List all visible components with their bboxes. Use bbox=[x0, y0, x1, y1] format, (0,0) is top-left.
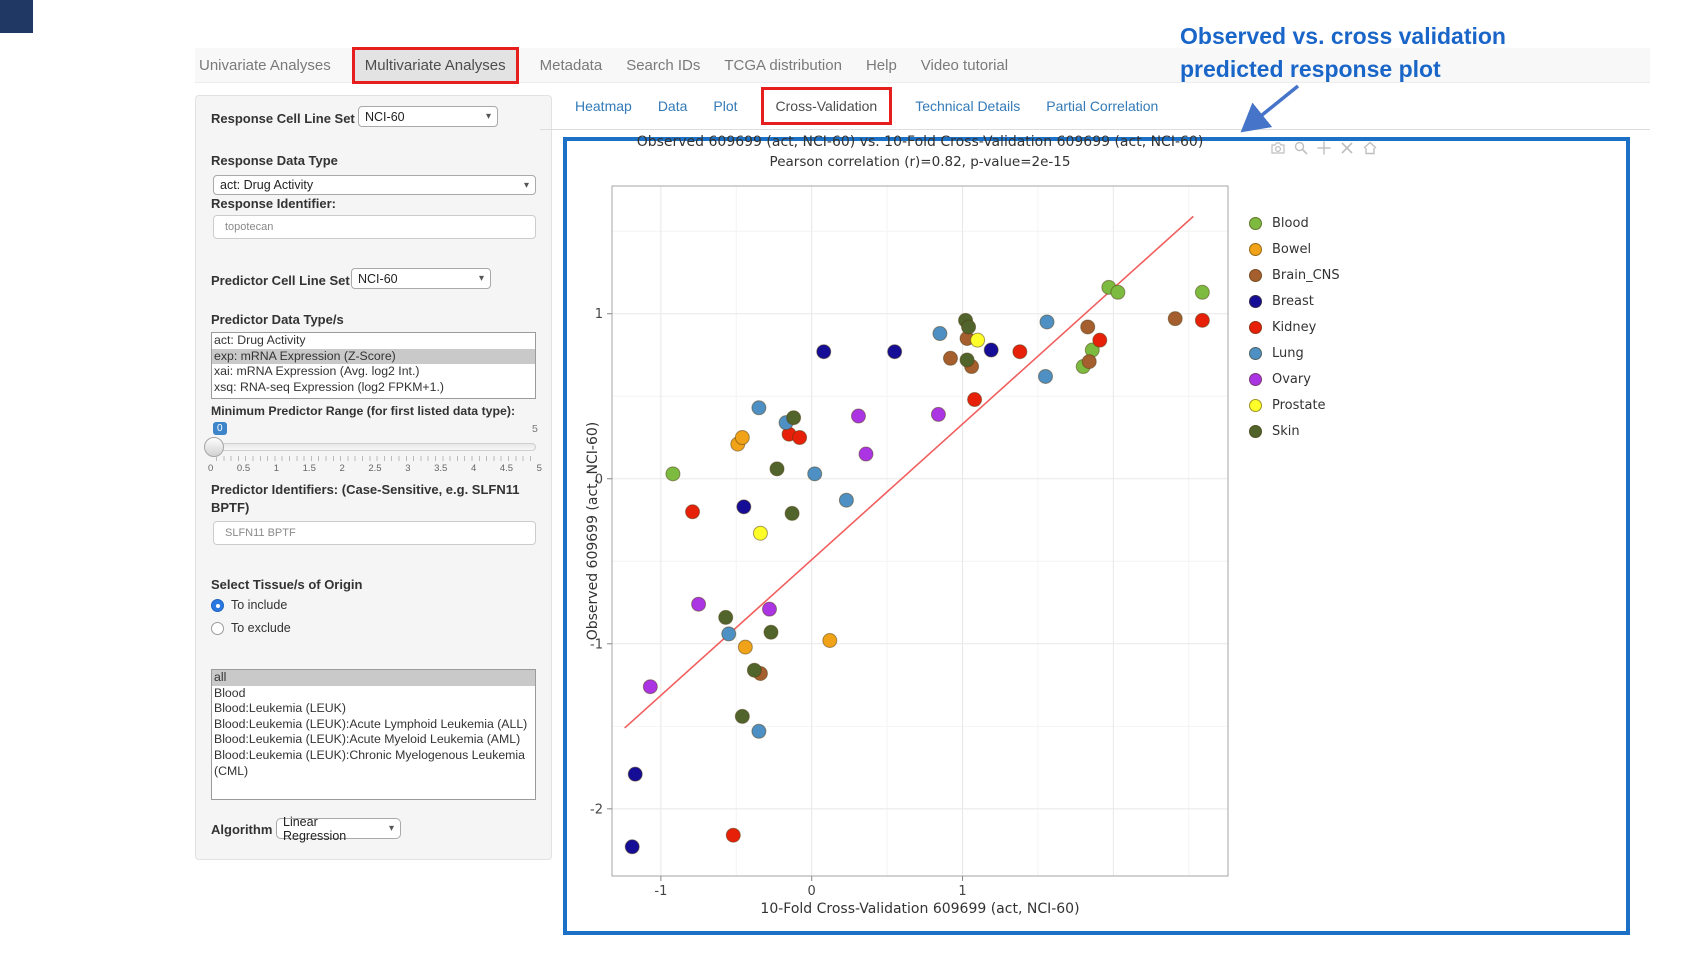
callout-line2: predicted response plot bbox=[1180, 53, 1506, 86]
scatter-point-lung bbox=[933, 327, 947, 341]
home-icon[interactable] bbox=[1362, 140, 1378, 156]
x-tick-label: 1 bbox=[958, 884, 966, 899]
scatter-point-ovary bbox=[692, 597, 706, 611]
scatter-point-breast bbox=[984, 343, 998, 357]
legend-dot-icon bbox=[1249, 269, 1262, 282]
scatter-point-kidney bbox=[1093, 333, 1107, 347]
scatter-point-blood bbox=[666, 467, 680, 481]
camera-icon[interactable] bbox=[1270, 140, 1286, 156]
legend-item-skin[interactable]: Skin bbox=[1249, 418, 1340, 444]
y-tick-label: 1 bbox=[595, 307, 603, 322]
scatter-point-skin bbox=[770, 462, 784, 476]
plotly-modebar bbox=[1270, 140, 1378, 156]
scatter-point-lung bbox=[1038, 369, 1052, 383]
legend-label: Breast bbox=[1272, 294, 1314, 309]
legend-dot-icon bbox=[1249, 217, 1262, 230]
scatter-point-breast bbox=[888, 345, 902, 359]
legend-label: Blood bbox=[1272, 216, 1309, 231]
scatter-point-brain_cns bbox=[943, 351, 957, 365]
legend-item-blood[interactable]: Blood bbox=[1249, 210, 1340, 236]
scatter-point-breast bbox=[817, 345, 831, 359]
scatter-point-lung bbox=[752, 401, 766, 415]
scatter-point-kidney bbox=[726, 828, 740, 842]
plot-border bbox=[612, 186, 1228, 876]
chart-legend: Blood Bowel Brain_CNS Breast Kidney Lung Ovary… bbox=[1249, 210, 1340, 444]
scatter-point-blood bbox=[1195, 285, 1209, 299]
scatter-point-ovary bbox=[859, 447, 873, 461]
scatter-point-skin bbox=[719, 610, 733, 624]
scatter-point-kidney bbox=[968, 393, 982, 407]
callout-annotation: Observed vs. cross validation predicted … bbox=[1180, 20, 1506, 86]
scatter-point-prostate bbox=[971, 333, 985, 347]
legend-item-ovary[interactable]: Ovary bbox=[1249, 366, 1340, 392]
legend-label: Brain_CNS bbox=[1272, 268, 1340, 283]
magnifier-icon[interactable] bbox=[1293, 140, 1309, 156]
x-tick-label: 0 bbox=[808, 884, 816, 899]
scatter-point-brain_cns bbox=[1168, 312, 1182, 326]
legend-label: Lung bbox=[1272, 346, 1304, 361]
scatter-point-skin bbox=[960, 353, 974, 367]
chart-title: Observed 609699 (act, NCI-60) vs. 10-Fol… bbox=[612, 134, 1228, 150]
scatter-point-kidney bbox=[1195, 313, 1209, 327]
legend-item-brain_cns[interactable]: Brain_CNS bbox=[1249, 262, 1340, 288]
scatter-point-skin bbox=[962, 320, 976, 334]
scatter-point-ovary bbox=[762, 602, 776, 616]
legend-dot-icon bbox=[1249, 399, 1262, 412]
chart-subtitle: Pearson correlation (r)=0.82, p-value=2e… bbox=[612, 154, 1228, 170]
legend-label: Prostate bbox=[1272, 398, 1326, 413]
scatter-point-bowel bbox=[823, 633, 837, 647]
scatter-point-skin bbox=[764, 625, 778, 639]
x-axis-title: 10-Fold Cross-Validation 609699 (act, NC… bbox=[612, 901, 1228, 917]
legend-dot-icon bbox=[1249, 373, 1262, 386]
scatter-point-breast bbox=[628, 767, 642, 781]
legend-label: Kidney bbox=[1272, 320, 1316, 335]
scatter-point-brain_cns bbox=[1081, 320, 1095, 334]
legend-label: Bowel bbox=[1272, 242, 1311, 257]
close-icon[interactable] bbox=[1339, 140, 1355, 156]
scatter-point-ovary bbox=[851, 409, 865, 423]
scatter-point-kidney bbox=[793, 431, 807, 445]
scatter-point-breast bbox=[737, 500, 751, 514]
legend-dot-icon bbox=[1249, 321, 1262, 334]
scatter-point-kidney bbox=[686, 505, 700, 519]
legend-item-kidney[interactable]: Kidney bbox=[1249, 314, 1340, 340]
scatter-point-lung bbox=[1040, 315, 1054, 329]
legend-dot-icon bbox=[1249, 295, 1262, 308]
scatter-point-prostate bbox=[753, 526, 767, 540]
x-tick-label: -1 bbox=[654, 884, 667, 899]
y-axis-title: Observed 609699 (act, NCI-60) bbox=[585, 422, 601, 641]
scatter-point-lung bbox=[808, 467, 822, 481]
scatter-point-breast bbox=[625, 840, 639, 854]
legend-item-lung[interactable]: Lung bbox=[1249, 340, 1340, 366]
legend-item-bowel[interactable]: Bowel bbox=[1249, 236, 1340, 262]
y-tick-label: -2 bbox=[590, 802, 603, 817]
scatter-point-ovary bbox=[931, 407, 945, 421]
scatter-point-lung bbox=[722, 627, 736, 641]
scatter-point-brain_cns bbox=[1082, 355, 1096, 369]
scatter-point-bowel bbox=[735, 431, 749, 445]
legend-label: Ovary bbox=[1272, 372, 1311, 387]
scatter-point-skin bbox=[785, 506, 799, 520]
scatter-point-skin bbox=[747, 663, 761, 677]
scatter-point-skin bbox=[787, 411, 801, 425]
scatter-point-kidney bbox=[1013, 345, 1027, 359]
legend-item-breast[interactable]: Breast bbox=[1249, 288, 1340, 314]
legend-dot-icon bbox=[1249, 347, 1262, 360]
legend-dot-icon bbox=[1249, 243, 1262, 256]
scatter-point-lung bbox=[839, 493, 853, 507]
scatter-point-ovary bbox=[643, 680, 657, 694]
scatter-point-bowel bbox=[738, 640, 752, 654]
scatter-point-lung bbox=[752, 724, 766, 738]
scatter-point-blood bbox=[1111, 285, 1125, 299]
callout-line1: Observed vs. cross validation bbox=[1180, 20, 1506, 53]
scatter-point-skin bbox=[735, 709, 749, 723]
pan-icon[interactable] bbox=[1316, 140, 1332, 156]
legend-item-prostate[interactable]: Prostate bbox=[1249, 392, 1340, 418]
legend-dot-icon bbox=[1249, 425, 1262, 438]
legend-label: Skin bbox=[1272, 424, 1300, 439]
